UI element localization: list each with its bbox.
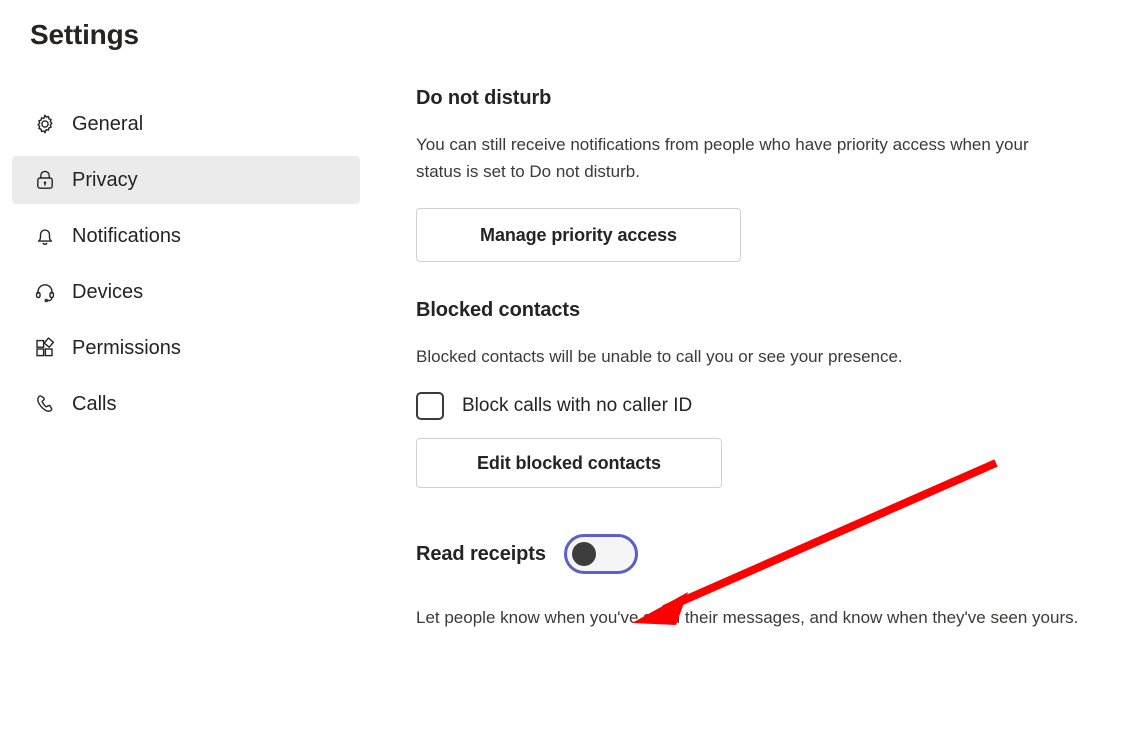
sidebar-item-label: Privacy bbox=[72, 169, 138, 191]
read-receipts-heading: Read receipts bbox=[416, 543, 546, 565]
lock-icon bbox=[32, 167, 58, 193]
sidebar-item-calls[interactable]: Calls bbox=[12, 380, 360, 428]
sidebar-item-devices[interactable]: Devices bbox=[12, 268, 360, 316]
do-not-disturb-section: Do not disturb You can still receive not… bbox=[416, 84, 1116, 262]
permissions-icon bbox=[32, 335, 58, 361]
sidebar-item-privacy[interactable]: Privacy bbox=[12, 156, 360, 204]
do-not-disturb-heading: Do not disturb bbox=[416, 87, 552, 109]
bell-icon bbox=[32, 223, 58, 249]
sidebar-item-label: Devices bbox=[72, 281, 144, 303]
read-receipts-toggle[interactable] bbox=[563, 534, 638, 574]
blocked-contacts-description: Blocked contacts will be unable to call … bbox=[416, 347, 903, 366]
sidebar-item-label: Permissions bbox=[72, 337, 181, 359]
sidebar-item-notifications[interactable]: Notifications bbox=[12, 212, 360, 260]
sidebar-item-label: Calls bbox=[72, 393, 117, 415]
blocked-contacts-heading: Blocked contacts bbox=[416, 299, 581, 321]
gear-icon bbox=[32, 111, 58, 137]
block-no-caller-id-row[interactable]: Block calls with no caller ID bbox=[416, 392, 1116, 420]
privacy-settings-panel: Do not disturb You can still receive not… bbox=[416, 84, 1116, 631]
manage-priority-access-button[interactable]: Manage priority access bbox=[416, 208, 741, 262]
sidebar-item-label: General bbox=[72, 113, 144, 135]
edit-blocked-contacts-button[interactable]: Edit blocked contacts bbox=[416, 438, 722, 488]
block-no-caller-id-checkbox[interactable] bbox=[416, 392, 444, 420]
block-no-caller-id-label: Block calls with no caller ID bbox=[462, 395, 693, 416]
page-title: Settings bbox=[30, 19, 139, 50]
settings-sidebar: General Privacy Notifications Devices Pe… bbox=[0, 100, 380, 428]
blocked-contacts-section: Blocked contacts Blocked contacts will b… bbox=[416, 296, 1116, 488]
headset-icon bbox=[32, 279, 58, 305]
read-receipts-description: Let people know when you've seen their m… bbox=[416, 608, 1079, 627]
sidebar-item-general[interactable]: General bbox=[12, 100, 360, 148]
sidebar-item-permissions[interactable]: Permissions bbox=[12, 324, 360, 372]
sidebar-item-label: Notifications bbox=[72, 225, 181, 247]
do-not-disturb-description: You can still receive notifications from… bbox=[416, 135, 1029, 181]
read-receipts-section: Read receipts Let people know when you'v… bbox=[416, 534, 1116, 631]
read-receipts-row: Read receipts bbox=[416, 534, 1116, 574]
phone-icon bbox=[32, 391, 58, 417]
toggle-knob bbox=[571, 542, 596, 566]
